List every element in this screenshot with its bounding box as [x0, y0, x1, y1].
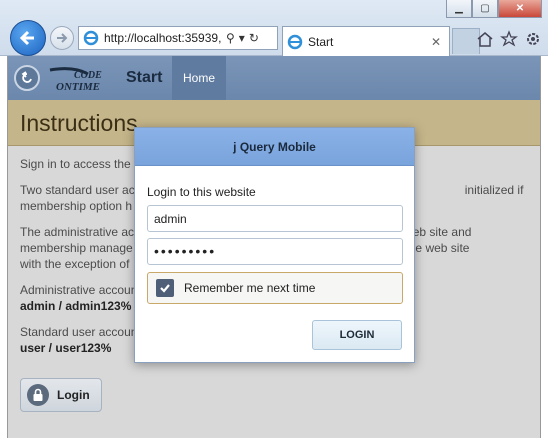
close-window-button[interactable]: ✕ [498, 0, 542, 18]
refresh-icon[interactable]: ↻ [249, 31, 259, 45]
app-header: CODE ONTIME Start Home [8, 56, 540, 100]
remember-me-toggle[interactable]: Remember me next time [147, 272, 403, 304]
maximize-button[interactable]: ▢ [472, 0, 498, 18]
dialog-label: Login to this website [147, 185, 256, 199]
back-arrow-icon [21, 71, 32, 83]
address-bar[interactable]: http://localhost:35939, ⚲ ▾ ↻ [78, 26, 278, 50]
page-title: Instructions [20, 110, 138, 136]
browser-tab[interactable]: Start ✕ [282, 26, 450, 56]
address-text: http://localhost:35939, [104, 31, 222, 45]
search-icon[interactable]: ⚲ [226, 31, 235, 45]
svg-text:ONTIME: ONTIME [56, 81, 100, 92]
nav-home[interactable]: Home [172, 56, 226, 100]
browser-forward-button[interactable] [50, 26, 74, 50]
minimize-button[interactable]: ▁ [446, 0, 472, 18]
gear-icon[interactable] [524, 30, 542, 48]
ie-page-icon [287, 34, 303, 49]
app-back-button[interactable] [14, 65, 40, 91]
close-tab-icon[interactable]: ✕ [431, 35, 449, 49]
login-submit-button[interactable]: LOGIN [312, 320, 402, 350]
ie-page-icon [83, 30, 99, 46]
window-controls: ▁ ▢ ✕ [446, 0, 542, 18]
admin-credentials: admin / admin123% [20, 299, 132, 313]
browser-back-button[interactable] [10, 20, 46, 56]
app-title: Start [126, 69, 163, 86]
star-icon[interactable] [500, 30, 518, 48]
dropdown-icon[interactable]: ▾ [239, 31, 245, 45]
login-label: Login [57, 388, 90, 402]
password-field[interactable]: ••••••••• [147, 238, 403, 265]
login-dialog: j Query Mobile Login to this website adm… [134, 127, 415, 363]
code-on-time-logo: CODE ONTIME [49, 67, 102, 92]
username-field[interactable]: admin [147, 205, 403, 232]
arrow-right-icon [57, 33, 68, 43]
user-credentials: user / user123% [20, 341, 112, 355]
arrow-left-icon [19, 30, 34, 46]
checkbox-checked-icon[interactable] [156, 279, 174, 297]
remember-label: Remember me next time [184, 281, 316, 295]
home-icon[interactable] [476, 30, 494, 48]
tab-title: Start [308, 34, 334, 49]
lock-icon [27, 384, 49, 406]
dialog-header: j Query Mobile [135, 128, 414, 166]
page-login-button[interactable]: Login [20, 378, 102, 412]
browser-chrome: ▁ ▢ ✕ http://localhost:35939, ⚲ ▾ ↻ Star… [0, 0, 548, 56]
svg-text:CODE: CODE [74, 70, 102, 81]
